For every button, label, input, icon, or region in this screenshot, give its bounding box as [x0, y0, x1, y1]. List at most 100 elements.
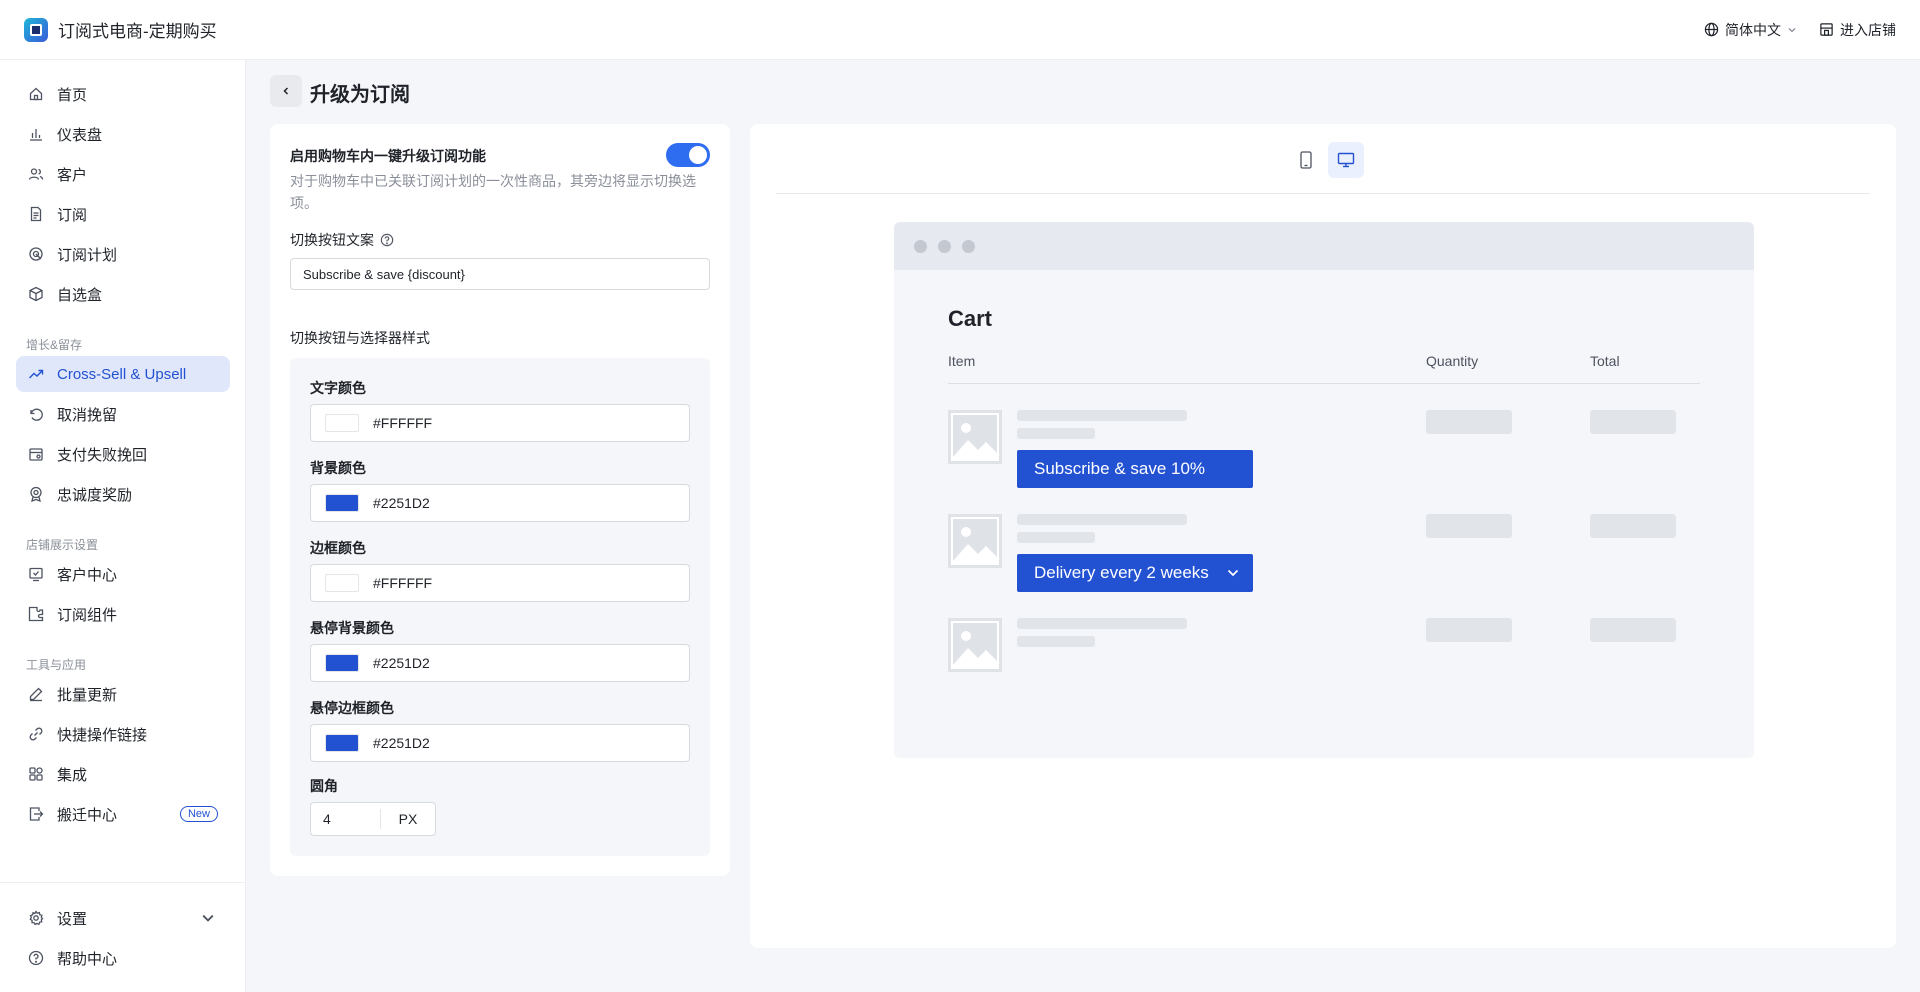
chevron-down-icon [202, 914, 214, 922]
settings-card: 启用购物车内一键升级订阅功能 对于购物车中已关联订阅计划的一次性商品，其旁边将显… [270, 124, 730, 876]
subscribe-save-button[interactable]: Subscribe & save 10% [1017, 450, 1253, 488]
sidebar-item-label: 批量更新 [57, 686, 118, 704]
sidebar-item-label: 取消挽留 [57, 406, 118, 424]
device-switch [1288, 142, 1364, 178]
text-color-field[interactable]: #FFFFFF [310, 404, 690, 442]
skeleton-line [1017, 514, 1187, 525]
sidebar-item-settings[interactable]: 设置 [16, 900, 230, 936]
column-quantity: Quantity [1426, 353, 1479, 369]
button-text-label: 切换按钮文案 [290, 230, 394, 250]
product-image-icon [948, 514, 1002, 568]
sidebar-divider [0, 882, 246, 883]
skeleton-total [1590, 618, 1676, 642]
color-value: #2251D2 [373, 735, 430, 751]
color-value: #FFFFFF [373, 575, 433, 591]
sidebar-item-label: 首页 [57, 86, 88, 104]
trend-up-icon [29, 369, 44, 379]
toggle-description: 对于购物车中已关联订阅计划的一次性商品，其旁边将显示切换选项。 [290, 173, 696, 211]
sidebar-item-label: 客户中心 [57, 566, 118, 584]
undo-icon [30, 408, 43, 421]
color-swatch[interactable] [325, 734, 359, 752]
sidebar-item-build-a-box[interactable]: 自选盒 [16, 276, 230, 312]
users-icon [28, 168, 44, 180]
app-logo [24, 17, 48, 42]
color-value: #FFFFFF [373, 415, 433, 431]
color-swatch[interactable] [325, 574, 359, 592]
sidebar-item-help[interactable]: 帮助中心 [16, 940, 230, 976]
delivery-frequency-select[interactable]: Delivery every 2 weeks [1017, 554, 1253, 592]
skeleton-line [1017, 428, 1095, 439]
sidebar-item-plans[interactable]: 订阅计划 [16, 236, 230, 272]
background-color-field[interactable]: #2251D2 [310, 484, 690, 522]
border-color-label: 边框颜色 [310, 540, 366, 556]
plan-icon [29, 247, 43, 261]
corner-radius-label: 圆角 [310, 778, 338, 794]
product-image-icon [948, 618, 1002, 672]
sidebar-item-integrations[interactable]: 集成 [16, 756, 230, 792]
sidebar-item-widget[interactable]: 订阅组件 [16, 596, 230, 632]
enter-store-button[interactable]: 进入店铺 [1819, 20, 1896, 40]
column-total: Total [1590, 353, 1620, 369]
sidebar-item-label: 订阅组件 [57, 606, 118, 624]
window-dot [914, 239, 927, 253]
widget-icon [28, 606, 44, 622]
enable-upgrade-toggle[interactable] [666, 143, 710, 167]
button-text-input[interactable] [290, 258, 710, 290]
skeleton-quantity [1426, 618, 1512, 642]
sidebar-item-label: Cross-Sell & Upsell [57, 365, 187, 383]
sidebar-item-loyalty[interactable]: 忠诚度奖励 [16, 476, 230, 512]
hover-border-color-field[interactable]: #2251D2 [310, 724, 690, 762]
sidebar-item-dashboard[interactable]: 仪表盘 [16, 116, 230, 152]
sidebar-item-subscriptions[interactable]: 订阅 [16, 196, 230, 232]
sidebar-item-cross-sell[interactable]: Cross-Sell & Upsell [16, 356, 230, 392]
sidebar: 首页 仪表盘 客户 订阅 订阅计划 自选盒 增长&留存 Cross-Sell &… [0, 60, 246, 992]
enter-store-label: 进入店铺 [1840, 21, 1896, 38]
corner-radius-input[interactable]: 4 PX [310, 802, 436, 836]
page-title: 升级为订阅 [310, 84, 410, 106]
product-image-icon [948, 410, 1002, 464]
style-panel: 文字颜色 #FFFFFF 背景颜色 #2251D2 边框颜色 #FFFFFF 悬… [290, 358, 710, 856]
sidebar-item-label: 帮助中心 [57, 950, 118, 968]
color-swatch[interactable] [325, 654, 359, 672]
color-swatch[interactable] [325, 414, 359, 432]
globe-icon [1704, 22, 1719, 37]
sidebar-item-home[interactable]: 首页 [16, 76, 230, 112]
sidebar-item-bulk-update[interactable]: 批量更新 [16, 676, 230, 712]
home-icon [29, 87, 43, 101]
language-selector[interactable]: 简体中文 [1704, 20, 1797, 40]
sidebar-item-label: 订阅计划 [57, 246, 118, 264]
app-title: 订阅式电商-定期购买 [58, 22, 217, 41]
sidebar-item-customers[interactable]: 客户 [16, 156, 230, 192]
color-swatch[interactable] [325, 494, 359, 512]
sidebar-item-cancel-retention[interactable]: 取消挽留 [16, 396, 230, 432]
radius-value[interactable]: 4 [311, 809, 381, 829]
sidebar-item-quick-links[interactable]: 快捷操作链接 [16, 716, 230, 752]
sidebar-item-migration[interactable]: 搬迁中心 New [16, 796, 230, 832]
help-circle-icon[interactable] [380, 233, 394, 247]
hover-background-color-field[interactable]: #2251D2 [310, 644, 690, 682]
section-growth-heading: 增长&留存 [26, 338, 83, 352]
language-label: 简体中文 [1725, 21, 1781, 38]
migrate-icon [29, 807, 44, 821]
column-item: Item [948, 353, 976, 369]
cart-title: Cart [948, 306, 993, 331]
edit-icon [29, 687, 43, 702]
sidebar-item-payment-recovery[interactable]: 支付失败挽回 [16, 436, 230, 472]
desktop-view-button[interactable] [1328, 142, 1364, 178]
skeleton-line [1017, 410, 1187, 421]
sidebar-item-customer-center[interactable]: 客户中心 [16, 556, 230, 592]
sidebar-item-label: 自选盒 [57, 286, 103, 304]
back-button[interactable] [270, 75, 302, 107]
window-dot [962, 239, 975, 253]
skeleton-total [1590, 410, 1676, 434]
border-color-field[interactable]: #FFFFFF [310, 564, 690, 602]
customer-center-icon [29, 567, 43, 582]
apps-icon [29, 767, 43, 781]
skeleton-line [1017, 618, 1187, 629]
cart-divider [948, 383, 1700, 384]
mobile-view-button[interactable] [1288, 142, 1324, 178]
preview-divider [776, 193, 1870, 194]
skeleton-quantity [1426, 514, 1512, 538]
sidebar-item-label: 仪表盘 [57, 126, 103, 144]
payment-icon [29, 448, 43, 461]
